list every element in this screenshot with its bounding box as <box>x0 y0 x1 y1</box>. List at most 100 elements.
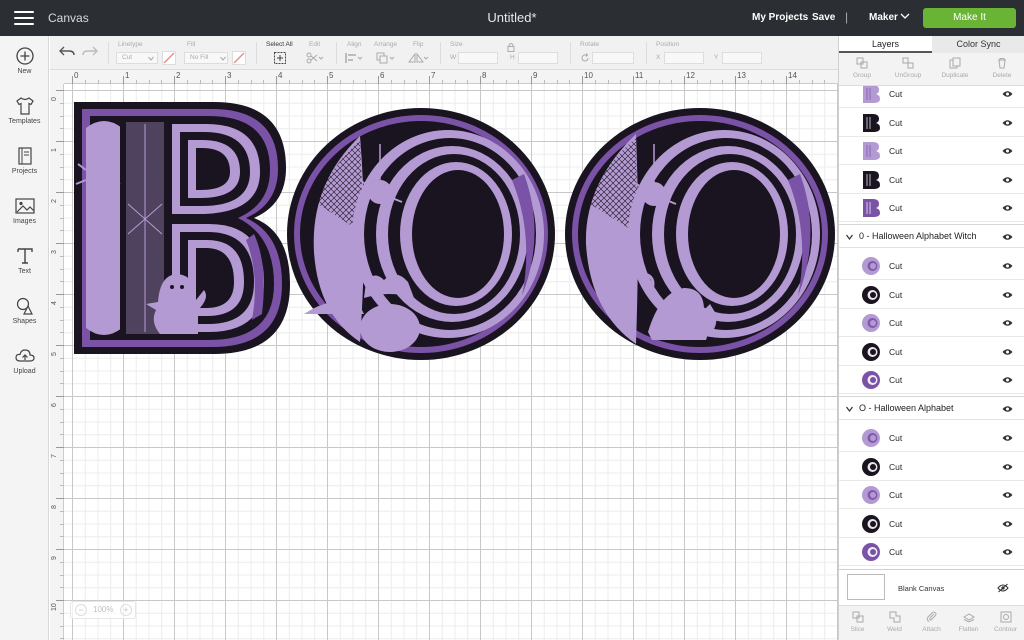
hamburger-menu-icon[interactable] <box>14 11 34 25</box>
letter-b-artwork[interactable] <box>74 102 290 354</box>
eye-icon[interactable] <box>1002 204 1013 212</box>
layer-row[interactable]: Cut <box>839 453 1024 481</box>
layer-row[interactable]: Cut <box>839 281 1024 309</box>
sidebar-item-new[interactable]: New <box>0 46 49 94</box>
layer-row[interactable]: Cut <box>839 166 1024 194</box>
delete-button[interactable]: Delete <box>979 55 1024 79</box>
sidebar-item-templates[interactable]: Templates <box>0 96 49 144</box>
ungroup-button[interactable]: UnGroup <box>885 55 931 79</box>
lock-icon[interactable] <box>507 42 515 52</box>
eye-icon[interactable] <box>1002 405 1013 413</box>
layer-row[interactable]: Cut <box>839 424 1024 452</box>
eye-hidden-icon[interactable] <box>997 583 1009 593</box>
eye-icon[interactable] <box>1002 291 1013 299</box>
duplicate-button[interactable]: Duplicate <box>932 55 978 79</box>
layer-label: Cut <box>889 117 903 128</box>
zoom-level: 100% <box>93 605 114 614</box>
eye-icon[interactable] <box>1002 176 1013 184</box>
tab-layers[interactable]: Layers <box>839 36 932 53</box>
chevron-down-icon[interactable] <box>846 406 853 412</box>
ruler-top: 0 1 2 3 4 5 6 7 8 9 10 11 12 13 14 <box>50 70 838 84</box>
select-all-icon[interactable] <box>274 52 286 64</box>
linetype-color-swatch-icon[interactable] <box>162 51 176 65</box>
flip-icon[interactable] <box>408 52 430 64</box>
top-bar: Canvas Untitled* My Projects Save | Make… <box>0 0 1024 36</box>
layer-group-row[interactable]: O - Halloween Alphabet <box>839 396 1024 420</box>
make-it-button[interactable]: Make It <box>923 8 1016 28</box>
eye-icon[interactable] <box>1002 376 1013 384</box>
letter-o-witch-artwork[interactable] <box>287 108 555 360</box>
eye-icon[interactable] <box>1002 491 1013 499</box>
scissors-edit-icon[interactable] <box>306 52 324 64</box>
sidebar-item-upload[interactable]: Upload <box>0 346 49 394</box>
eye-icon[interactable] <box>1002 262 1013 270</box>
layer-row[interactable]: Cut <box>839 86 1024 108</box>
arrange-icon[interactable] <box>376 52 396 64</box>
sidebar-item-images[interactable]: Images <box>0 196 49 244</box>
layer-row[interactable]: Cut <box>839 109 1024 137</box>
layer-row[interactable]: Cut <box>839 309 1024 337</box>
ruler-tick <box>56 345 64 346</box>
sidebar-item-text[interactable]: Text <box>0 246 49 294</box>
book-icon <box>17 147 32 165</box>
my-projects-link[interactable]: My Projects <box>752 12 808 23</box>
align-icon[interactable] <box>345 52 363 64</box>
zoom-out-button[interactable]: − <box>75 604 87 616</box>
eye-icon[interactable] <box>1002 348 1013 356</box>
layer-row[interactable]: Cut <box>839 194 1024 222</box>
slice-button[interactable]: Slice <box>839 609 876 633</box>
eye-icon[interactable] <box>1002 233 1013 241</box>
chevron-down-icon[interactable] <box>900 11 910 21</box>
layer-row[interactable]: Cut <box>839 252 1024 280</box>
layer-row[interactable]: Cut <box>839 137 1024 165</box>
save-link[interactable]: Save <box>812 12 835 23</box>
attach-button[interactable]: Attach <box>913 609 950 633</box>
text-t-icon <box>16 248 33 264</box>
layer-row[interactable]: Cut <box>839 481 1024 509</box>
width-input[interactable] <box>458 52 498 64</box>
layer-row[interactable]: Cut <box>839 338 1024 366</box>
blank-canvas-swatch[interactable] <box>847 574 885 600</box>
chevron-down-icon[interactable] <box>846 234 853 240</box>
layer-row[interactable]: Cut <box>839 366 1024 394</box>
eye-icon[interactable] <box>1002 548 1013 556</box>
contour-button[interactable]: Contour <box>987 609 1024 633</box>
layer-row[interactable]: Cut <box>839 510 1024 538</box>
sidebar-item-projects[interactable]: Projects <box>0 146 49 194</box>
ruler-label: 6 <box>51 403 58 407</box>
eye-icon[interactable] <box>1002 434 1013 442</box>
eye-icon[interactable] <box>1002 119 1013 127</box>
undo-icon[interactable] <box>59 44 75 58</box>
sidebar-item-shapes[interactable]: Shapes <box>0 296 49 344</box>
zoom-in-button[interactable]: + <box>120 604 132 616</box>
layer-row[interactable]: Cut <box>839 538 1024 566</box>
machine-selector[interactable]: Maker <box>869 12 898 23</box>
position-x-input[interactable] <box>664 52 704 64</box>
document-title[interactable]: Untitled* <box>487 10 536 25</box>
boo-artwork[interactable] <box>64 84 838 640</box>
ruler-tick <box>56 243 64 244</box>
position-y-input[interactable] <box>722 52 762 64</box>
rotate-icon <box>581 53 589 62</box>
weld-button[interactable]: Weld <box>876 609 913 633</box>
eye-icon[interactable] <box>1002 147 1013 155</box>
fill-color-swatch-icon[interactable] <box>232 51 246 65</box>
redo-icon[interactable] <box>82 44 98 58</box>
layer-group-row[interactable]: 0 - Halloween Alphabet Witch <box>839 224 1024 248</box>
tab-color-sync[interactable]: Color Sync <box>932 36 1024 53</box>
eye-icon[interactable] <box>1002 319 1013 327</box>
layers-panel: Layers Color Sync Group UnGroup Duplicat… <box>838 36 1024 640</box>
rotate-input[interactable] <box>592 52 634 64</box>
design-canvas[interactable] <box>64 84 838 640</box>
layer-label: Cut <box>889 346 903 357</box>
eye-icon[interactable] <box>1002 463 1013 471</box>
eye-icon[interactable] <box>1002 520 1013 528</box>
group-button[interactable]: Group <box>839 55 885 79</box>
eye-icon[interactable] <box>1002 90 1013 98</box>
nav-separator: | <box>845 10 849 24</box>
letter-o-cat-artwork[interactable] <box>565 108 835 360</box>
layer-actions-bar: Group UnGroup Duplicate Delete <box>839 53 1024 86</box>
sidebar-item-label: Templates <box>8 118 41 125</box>
flatten-button[interactable]: Flatten <box>950 609 987 633</box>
height-input[interactable] <box>518 52 558 64</box>
